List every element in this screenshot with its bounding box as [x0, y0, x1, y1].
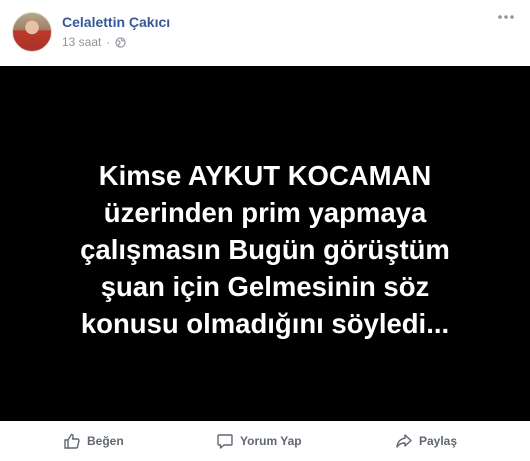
comment-button[interactable]: Yorum Yap	[216, 432, 302, 450]
comment-bubble-icon	[217, 434, 233, 449]
comment-label: Yorum Yap	[240, 434, 302, 448]
image-text-line: üzerinden prim yapmaya	[103, 197, 427, 228]
image-text-line: çalışmasın Bugün görüştüm	[80, 234, 450, 265]
post-image-text: Kimse AYKUT KOCAMAN üzerinden prim yapma…	[45, 157, 485, 342]
image-text-line: şuan için Gelmesinin söz	[100, 271, 430, 302]
meta-separator: ·	[106, 35, 111, 49]
share-arrow-icon	[396, 434, 412, 448]
post-actions-bar: Beğen Yorum Yap Paylaş	[0, 421, 530, 461]
author-name[interactable]: Celalettin Çakıcı	[62, 14, 170, 30]
share-button[interactable]: Paylaş	[395, 432, 457, 450]
globe-icon[interactable]	[115, 36, 127, 48]
image-text-line: konusu olmadığını söyledi...	[80, 308, 450, 339]
post-header: Celalettin Çakıcı 13 saat ·	[0, 0, 530, 66]
facebook-post: Celalettin Çakıcı 13 saat · Kimse AYKUT …	[0, 0, 530, 461]
thumbs-up-icon	[64, 433, 80, 449]
image-text-line: Kimse AYKUT KOCAMAN	[98, 160, 432, 191]
more-dots-icon[interactable]	[496, 10, 516, 24]
post-image[interactable]: Kimse AYKUT KOCAMAN üzerinden prim yapma…	[0, 66, 530, 421]
post-meta: 13 saat ·	[62, 35, 127, 49]
like-label: Beğen	[87, 434, 124, 448]
share-label: Paylaş	[419, 434, 458, 448]
like-button[interactable]: Beğen	[63, 432, 124, 450]
post-timestamp[interactable]: 13 saat	[62, 35, 101, 49]
author-avatar[interactable]	[12, 12, 52, 52]
